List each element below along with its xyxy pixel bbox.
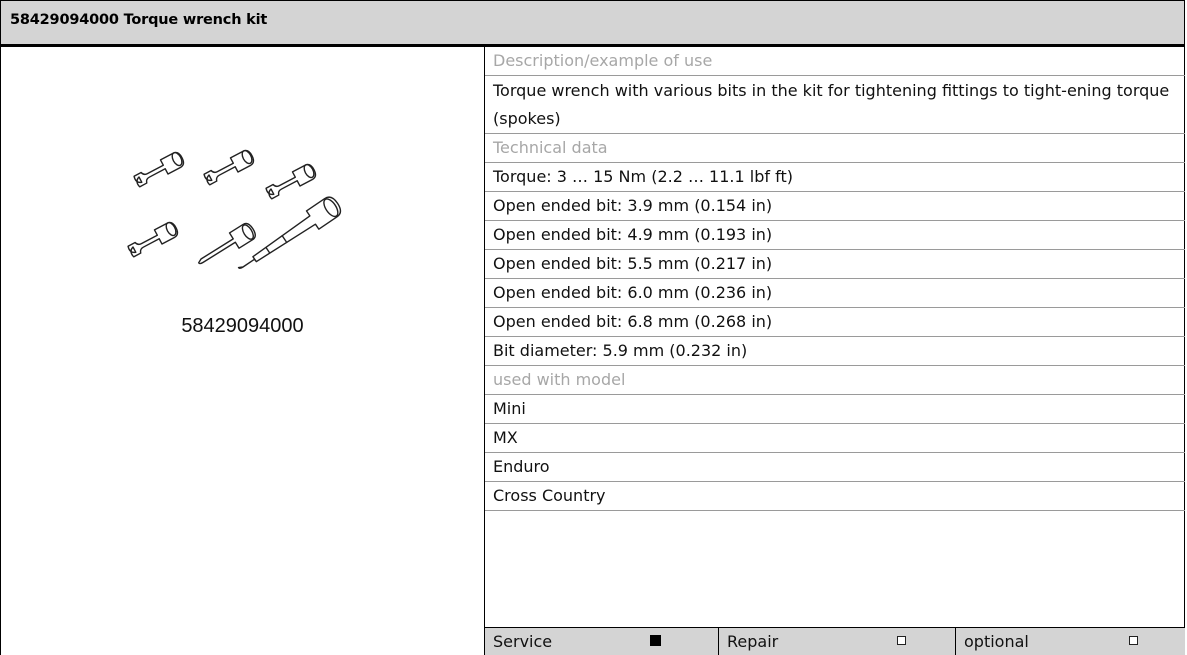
optional-checkbox xyxy=(1129,636,1138,645)
status-service: Service xyxy=(485,628,718,655)
page-title: 58429094000 Torque wrench kit xyxy=(10,12,268,28)
status-optional: optional xyxy=(955,628,1185,655)
technical-item: Bit diameter: 5.9 mm (0.232 in) xyxy=(485,337,1185,366)
status-repair: Repair xyxy=(718,628,955,655)
open-ended-bit-3 xyxy=(265,163,317,200)
technical-item: Open ended bit: 3.9 mm (0.154 in) xyxy=(485,192,1185,221)
torque-wrench-handle xyxy=(237,196,342,269)
model-item: MX xyxy=(485,424,1185,453)
service-checkbox xyxy=(650,635,661,646)
status-bar: Service Repair optional xyxy=(485,627,1185,655)
status-label: Service xyxy=(493,632,553,651)
technical-item: Open ended bit: 5.5 mm (0.217 in) xyxy=(485,250,1185,279)
models-heading: used with model xyxy=(485,366,1185,395)
technical-data-heading: Technical data xyxy=(485,134,1185,163)
technical-item: Open ended bit: 6.0 mm (0.236 in) xyxy=(485,279,1185,308)
torque-wrench-kit-illustration xyxy=(127,149,342,269)
open-ended-bit-4 xyxy=(127,221,179,258)
description-heading: Description/example of use xyxy=(485,47,1185,76)
model-item: Enduro xyxy=(485,453,1185,482)
status-label: optional xyxy=(964,632,1029,651)
open-ended-bit-1 xyxy=(133,151,185,188)
part-number-caption: 58429094000 xyxy=(181,315,304,337)
title-bar: 58429094000 Torque wrench kit xyxy=(0,0,1185,44)
tool-datasheet: 58429094000 Torque wrench kit 5842909400… xyxy=(0,0,1187,655)
status-label: Repair xyxy=(727,632,779,651)
image-cell: 58429094000 xyxy=(1,47,484,655)
description-text: Torque wrench with various bits in the k… xyxy=(485,76,1185,134)
technical-item: Torque: 3 … 15 Nm (2.2 … 11.1 lbf ft) xyxy=(485,163,1185,192)
open-ended-bit-2 xyxy=(203,149,255,186)
model-item: Mini xyxy=(485,395,1185,424)
repair-checkbox xyxy=(897,636,906,645)
technical-item: Open ended bit: 4.9 mm (0.193 in) xyxy=(485,221,1185,250)
model-item: Cross Country xyxy=(485,482,1185,511)
technical-item: Open ended bit: 6.8 mm (0.268 in) xyxy=(485,308,1185,337)
